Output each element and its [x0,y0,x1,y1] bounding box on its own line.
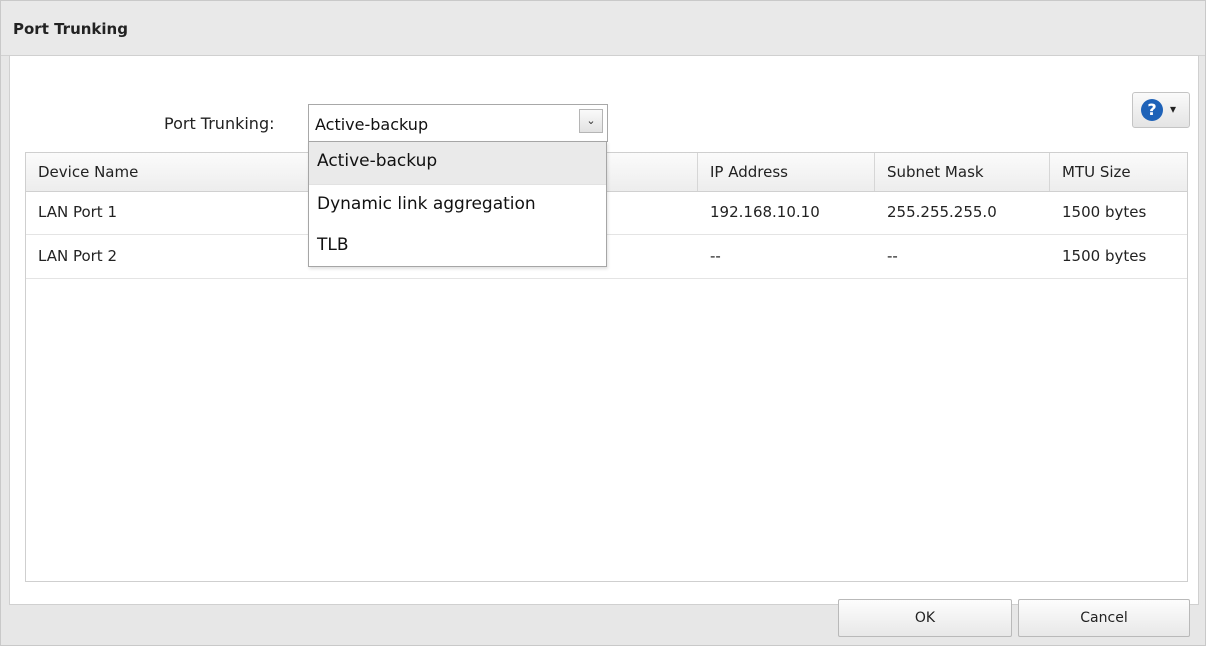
ok-button[interactable]: OK [838,599,1012,637]
port-trunking-select[interactable]: Active-backup ⌄ [308,104,608,142]
subnet-mask-cell: -- [887,247,898,265]
ip-address-cell: -- [710,247,721,265]
help-menu-button[interactable]: ? ▾ [1132,92,1190,128]
cancel-button[interactable]: Cancel [1018,599,1190,637]
option-tlb[interactable]: TLB [309,226,606,268]
dialog-titlebar: Port Trunking [1,1,1205,56]
help-icon: ? [1141,99,1163,121]
ip-address-cell: 192.168.10.10 [710,203,820,221]
option-active-backup[interactable]: Active-backup [309,142,606,184]
port-trunking-dropdown-list: Active-backup Dynamic link aggregation T… [308,141,607,267]
column-header-mtu-size[interactable]: MTU Size [1050,153,1187,191]
port-trunking-selected-value: Active-backup [315,115,429,134]
mtu-size-cell: 1500 bytes [1062,247,1147,265]
column-header-ip-address[interactable]: IP Address [698,153,875,191]
chevron-down-icon: ▾ [1170,102,1177,116]
column-header-subnet-mask[interactable]: Subnet Mask [875,153,1050,191]
dialog-title: Port Trunking [13,20,128,38]
port-trunking-label: Port Trunking: [164,114,275,133]
option-dynamic-link-aggregation[interactable]: Dynamic link aggregation [309,184,606,226]
chevron-down-icon[interactable]: ⌄ [579,109,603,133]
mtu-size-cell: 1500 bytes [1062,203,1147,221]
subnet-mask-cell: 255.255.255.0 [887,203,997,221]
